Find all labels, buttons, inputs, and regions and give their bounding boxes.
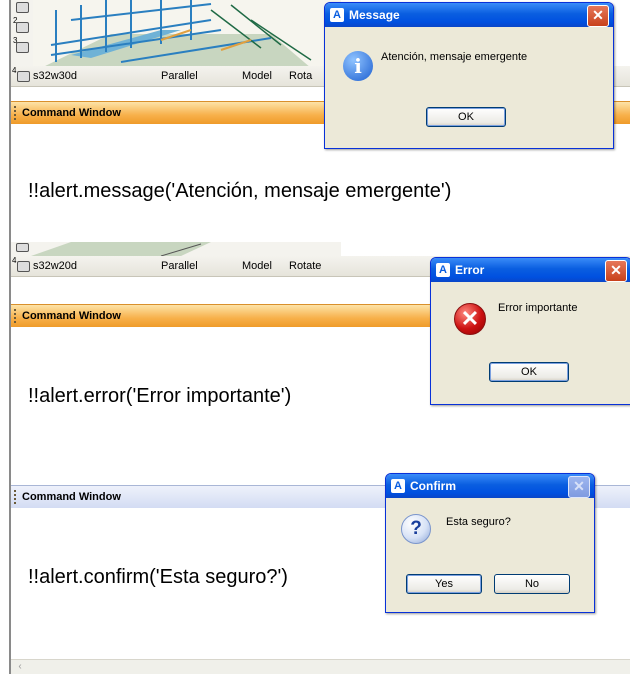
viewport-tab-icons: 2 3 — [11, 0, 33, 72]
command-text: !!alert.message('Atención, mensaje emerg… — [28, 180, 452, 202]
plant-model-render — [31, 242, 211, 256]
action-label: Rotate — [289, 260, 322, 272]
viewport-number: 4 — [12, 66, 17, 75]
error-icon: ✕ — [454, 303, 486, 335]
panel-error-example: 4 s32w20d Parallel Model Rotate Command … — [0, 242, 630, 474]
view-name: s32w30d — [33, 70, 78, 82]
dialog-titlebar[interactable]: A Error ✕ — [431, 258, 630, 282]
dialog-titlebar[interactable]: A Message ✕ — [325, 3, 613, 27]
projection-label: Parallel — [161, 260, 198, 272]
message-dialog: A Message ✕ i Atención, mensaje emergent… — [324, 2, 614, 149]
3d-viewport-strip[interactable] — [11, 242, 341, 256]
dialog-message: Error importante — [498, 302, 578, 314]
info-icon: i — [343, 51, 373, 81]
ok-button[interactable]: OK — [489, 362, 569, 382]
mode-label: Model — [242, 260, 272, 272]
viewport-icon[interactable] — [16, 42, 29, 53]
command-window-title: Command Window — [22, 107, 121, 119]
viewport-icon[interactable] — [16, 243, 29, 252]
drag-grip[interactable] — [14, 106, 18, 120]
viewport-icon[interactable] — [17, 71, 30, 82]
scroll-left-arrow[interactable]: ‹ — [13, 661, 27, 673]
command-text: !!alert.error('Error importante') — [28, 385, 292, 407]
drag-grip[interactable] — [14, 309, 18, 323]
viewport-icon[interactable] — [16, 2, 29, 13]
viewport-icon[interactable] — [17, 261, 30, 272]
mode-label: Model — [242, 70, 272, 82]
viewport-icon[interactable] — [16, 22, 29, 33]
panel-confirm-example: Command Window !!alert.confirm('Esta seg… — [0, 470, 630, 674]
3d-viewport[interactable] — [11, 0, 341, 68]
dialog-titlebar[interactable]: A Confirm ✕ — [386, 474, 594, 498]
dialog-title: Error — [455, 263, 485, 277]
app-icon: A — [391, 479, 405, 493]
app-icon: A — [436, 263, 450, 277]
close-icon[interactable]: ✕ — [587, 5, 609, 27]
view-name: s32w20d — [33, 260, 78, 272]
horizontal-scrollbar[interactable]: ‹ — [11, 659, 630, 674]
dialog-message: Esta seguro? — [446, 516, 511, 528]
confirm-dialog: A Confirm ✕ ? Esta seguro? Yes No — [385, 473, 595, 613]
drag-grip[interactable] — [14, 490, 18, 504]
plant-model-render — [41, 0, 312, 68]
app-icon: A — [330, 8, 344, 22]
yes-button[interactable]: Yes — [406, 574, 482, 594]
dialog-message: Atención, mensaje emergente — [381, 51, 528, 63]
action-label: Rota — [289, 70, 313, 82]
dialog-title: Message — [349, 8, 400, 22]
command-window-title: Command Window — [22, 310, 121, 322]
panel-message-example: 2 3 4 s32w30d Parallel Model Rota Comman… — [0, 0, 630, 250]
error-dialog: A Error ✕ ✕ Error importante OK — [430, 257, 630, 405]
projection-label: Parallel — [161, 70, 198, 82]
close-icon[interactable]: ✕ — [568, 476, 590, 498]
command-text: !!alert.confirm('Esta seguro?') — [28, 566, 288, 588]
viewport-number: 4 — [12, 256, 17, 265]
no-button[interactable]: No — [494, 574, 570, 594]
ok-button[interactable]: OK — [426, 107, 506, 127]
command-window-title: Command Window — [22, 491, 121, 503]
dialog-title: Confirm — [410, 479, 456, 493]
close-icon[interactable]: ✕ — [605, 260, 627, 282]
question-icon: ? — [401, 514, 431, 544]
